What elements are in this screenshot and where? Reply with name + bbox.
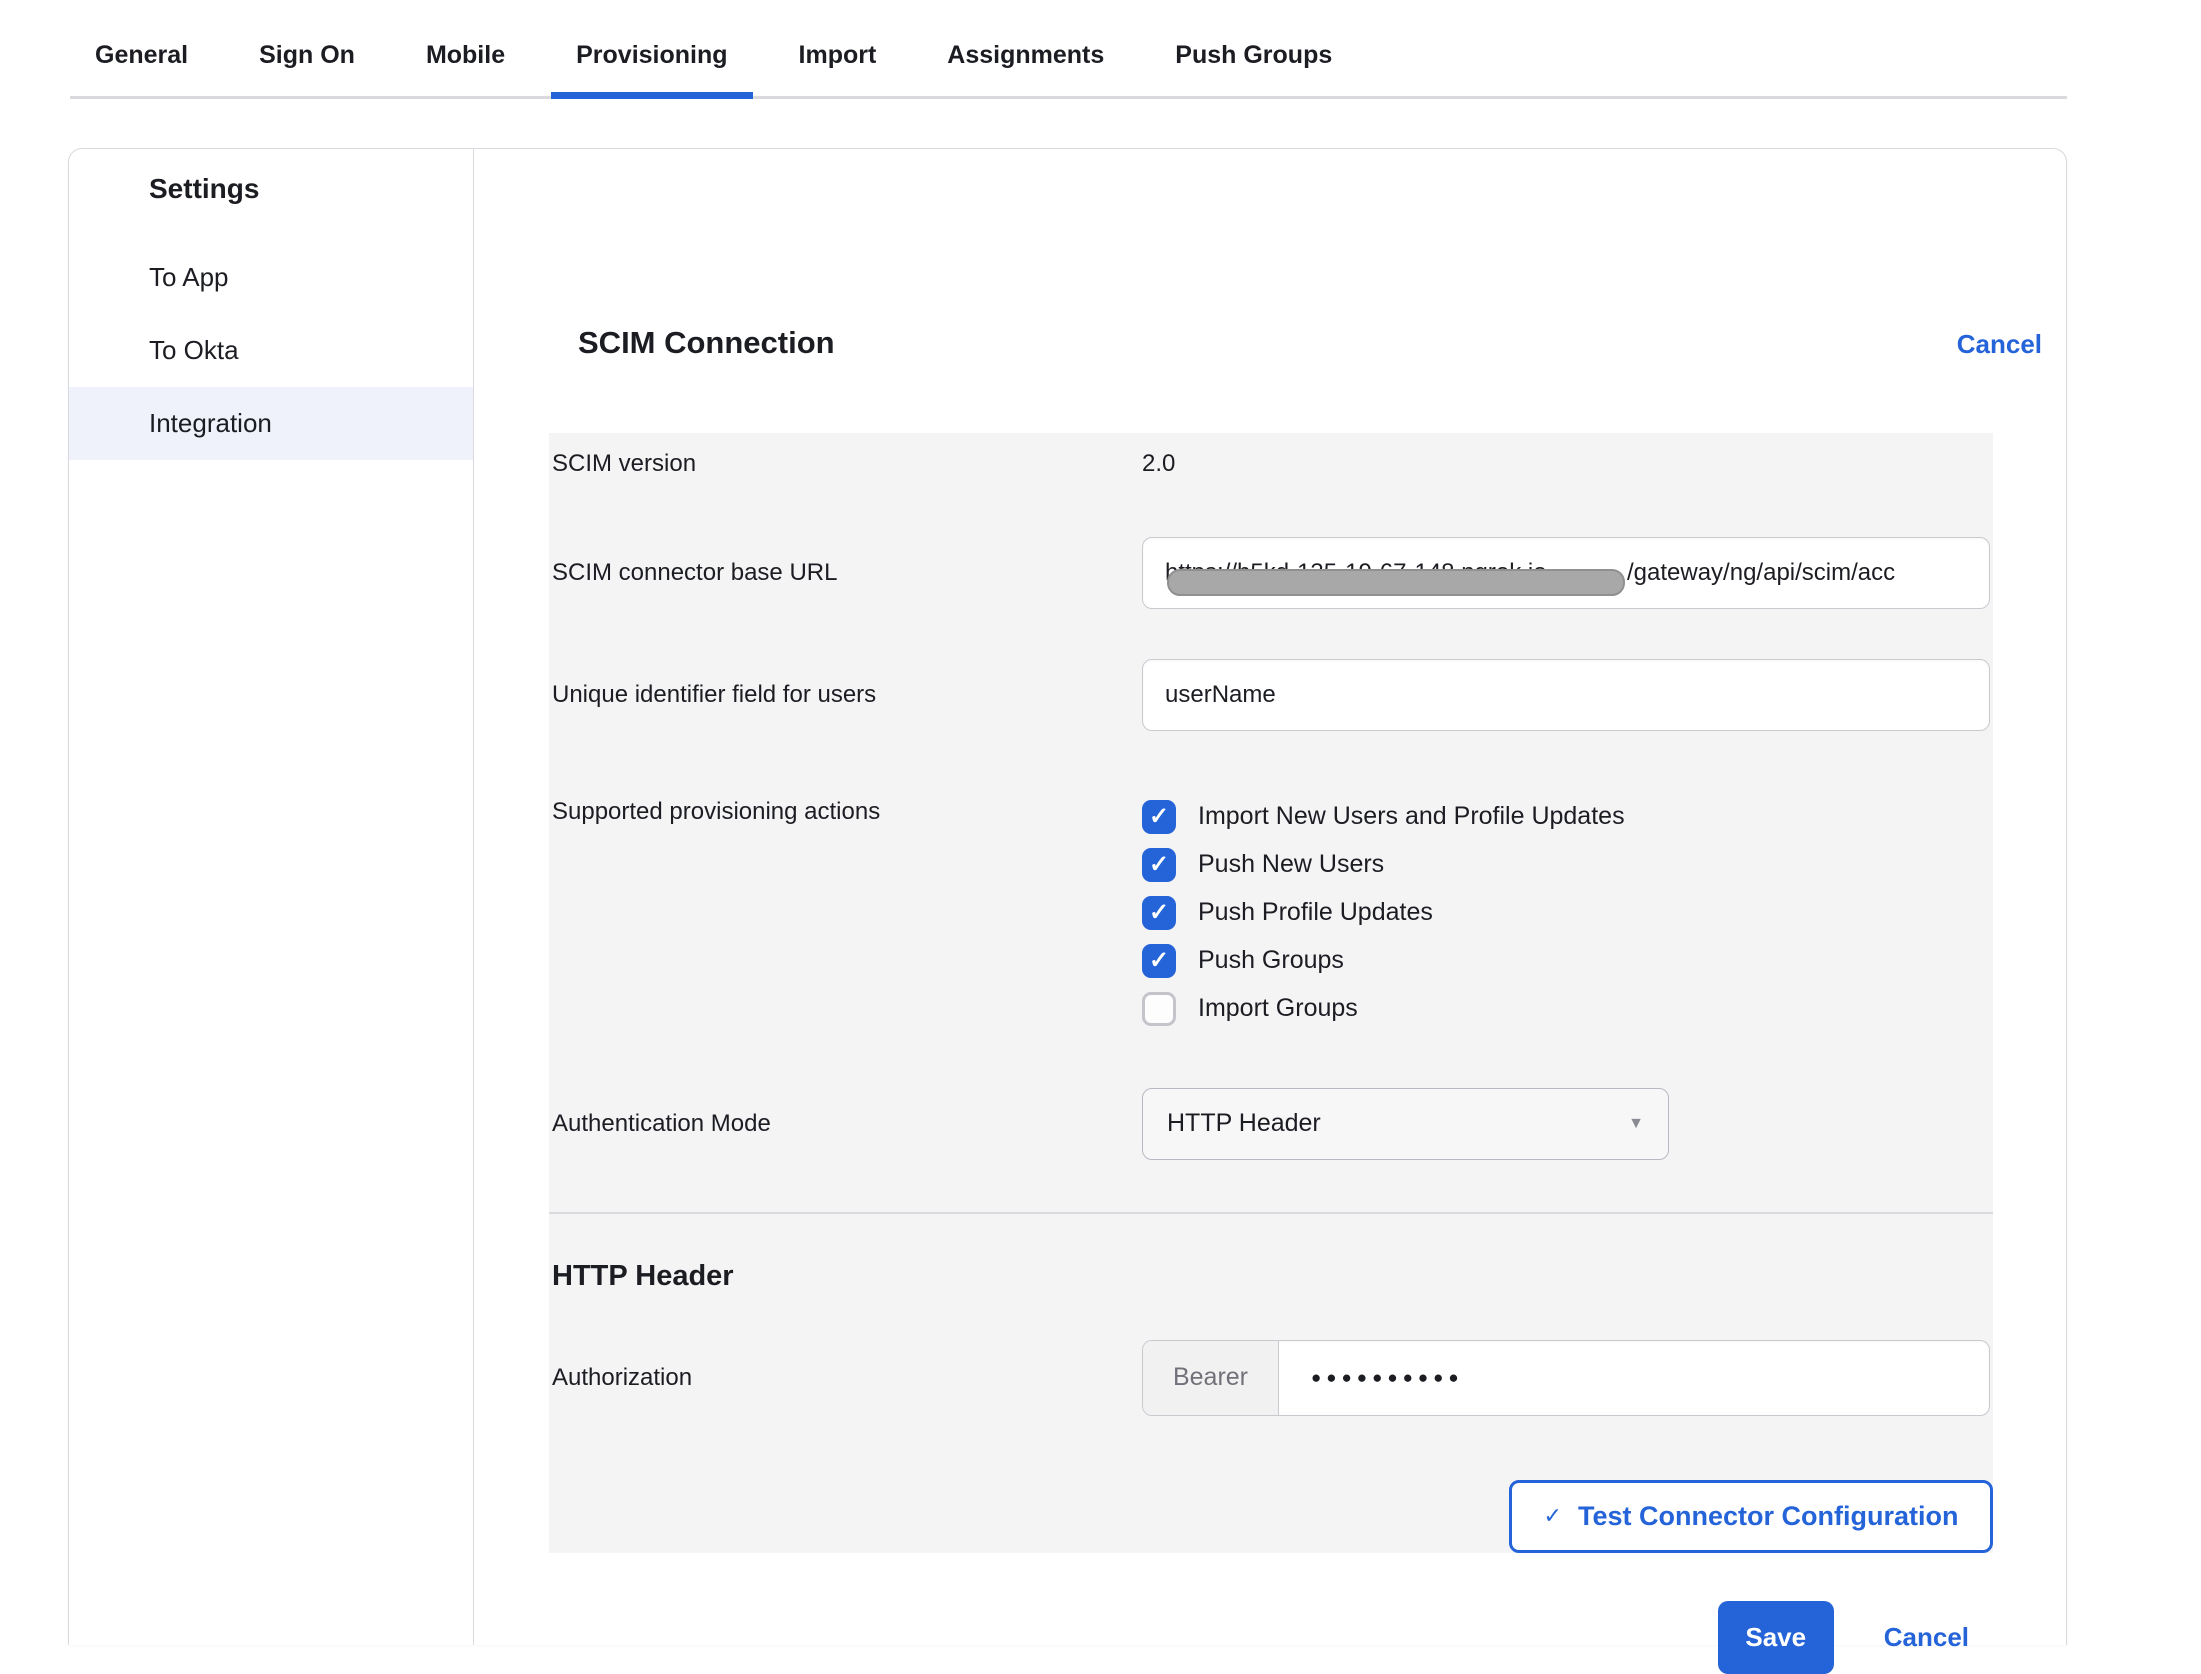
authorization-row: Authorization Bearer ●●●●●●●●●●: [549, 1340, 1993, 1416]
test-connector-configuration-button[interactable]: ✓ Test Connector Configuration: [1509, 1480, 1993, 1553]
checkbox-import-groups[interactable]: ✓: [1142, 992, 1176, 1026]
authorization-token-input[interactable]: ●●●●●●●●●●: [1279, 1341, 1989, 1415]
page-title: SCIM Connection: [578, 325, 835, 361]
http-header-section-heading: HTTP Header: [552, 1260, 1993, 1293]
save-button[interactable]: Save: [1718, 1601, 1834, 1674]
authentication-mode-value: HTTP Header: [1167, 1109, 1321, 1138]
scim-connection-header: SCIM Connection Cancel: [578, 304, 2042, 382]
tab-provisioning[interactable]: Provisioning: [551, 41, 752, 96]
action-import-new-users: ✓ Import New Users and Profile Updates: [1142, 793, 1990, 841]
checkbox-label: Import Groups: [1198, 994, 1358, 1023]
base-url-input[interactable]: https://h5kd-135-19-67-148.ngrok.io/gate…: [1142, 537, 1990, 609]
cancel-link-top[interactable]: Cancel: [1957, 329, 2042, 360]
unique-identifier-label: Unique identifier field for users: [549, 678, 1142, 712]
action-push-groups: ✓ Push Groups: [1142, 937, 1990, 985]
check-icon: ✓: [1149, 853, 1169, 877]
tab-general[interactable]: General: [70, 41, 213, 96]
provisioning-actions-label: Supported provisioning actions: [549, 793, 1142, 829]
base-url-row: SCIM connector base URL https://h5kd-135…: [549, 537, 1993, 609]
base-url-visible-suffix: /gateway/ng/api/scim/acc: [1627, 559, 1895, 587]
unique-identifier-value: userName: [1165, 681, 1276, 709]
check-icon: ✓: [1544, 1503, 1562, 1529]
base-url-label: SCIM connector base URL: [549, 556, 1142, 590]
checkbox-label: Import New Users and Profile Updates: [1198, 802, 1625, 831]
check-icon: ✓: [1149, 901, 1169, 925]
tab-import[interactable]: Import: [774, 41, 902, 96]
action-import-groups: ✓ Import Groups: [1142, 985, 1990, 1033]
checkbox-label: Push Groups: [1198, 946, 1344, 975]
authentication-mode-row: Authentication Mode HTTP Header ▼: [549, 1088, 1993, 1160]
app-tab-bar: General Sign On Mobile Provisioning Impo…: [70, 0, 2067, 99]
sidebar-item-integration[interactable]: Integration: [69, 387, 473, 460]
tab-mobile[interactable]: Mobile: [401, 41, 530, 96]
tab-assignments[interactable]: Assignments: [922, 41, 1129, 96]
bearer-prefix: Bearer: [1143, 1341, 1279, 1415]
authentication-mode-select[interactable]: HTTP Header ▼: [1142, 1088, 1669, 1160]
tab-push-groups[interactable]: Push Groups: [1150, 41, 1357, 96]
action-push-new-users: ✓ Push New Users: [1142, 841, 1990, 889]
provisioning-card: Settings To App To Okta Integration SCIM…: [68, 148, 2067, 1645]
chevron-down-icon: ▼: [1628, 1115, 1644, 1133]
section-divider: [549, 1212, 1993, 1214]
authorization-input-group: Bearer ●●●●●●●●●●: [1142, 1340, 1990, 1416]
checkbox-push-profile-updates[interactable]: ✓: [1142, 896, 1176, 930]
authentication-mode-label: Authentication Mode: [549, 1107, 1142, 1141]
scim-settings-panel: SCIM version 2.0 SCIM connector base URL…: [549, 433, 1993, 1553]
authorization-label: Authorization: [549, 1361, 1142, 1395]
main-content: SCIM Connection Cancel SCIM version 2.0 …: [474, 149, 2066, 1645]
checkbox-label: Push Profile Updates: [1198, 898, 1433, 927]
unique-identifier-input[interactable]: userName: [1142, 659, 1990, 731]
checkbox-label: Push New Users: [1198, 850, 1384, 879]
redaction-bar: [1167, 569, 1625, 596]
scim-version-label: SCIM version: [549, 447, 1142, 481]
check-icon: ✓: [1149, 805, 1169, 829]
sidebar-item-to-app[interactable]: To App: [69, 241, 473, 314]
provisioning-actions-row: Supported provisioning actions ✓ Import …: [549, 793, 1993, 1033]
check-icon: ✓: [1149, 949, 1169, 973]
test-connector-configuration-label: Test Connector Configuration: [1578, 1501, 1958, 1532]
sidebar-heading: Settings: [69, 173, 473, 227]
form-footer: Save Cancel: [474, 1601, 1993, 1674]
action-push-profile-updates: ✓ Push Profile Updates: [1142, 889, 1990, 937]
checkbox-push-groups[interactable]: ✓: [1142, 944, 1176, 978]
scim-version-value: 2.0: [1142, 450, 1993, 478]
test-connector-row: ✓ Test Connector Configuration: [549, 1480, 1993, 1553]
sidebar-item-to-okta[interactable]: To Okta: [69, 314, 473, 387]
tab-sign-on[interactable]: Sign On: [234, 41, 380, 96]
cancel-link-bottom[interactable]: Cancel: [1884, 1622, 1969, 1653]
checkbox-push-new-users[interactable]: ✓: [1142, 848, 1176, 882]
checkbox-import-new-users[interactable]: ✓: [1142, 800, 1176, 834]
settings-sidebar: Settings To App To Okta Integration: [69, 149, 474, 1645]
scim-version-row: SCIM version 2.0: [549, 447, 1993, 481]
unique-identifier-row: Unique identifier field for users userNa…: [549, 659, 1993, 731]
